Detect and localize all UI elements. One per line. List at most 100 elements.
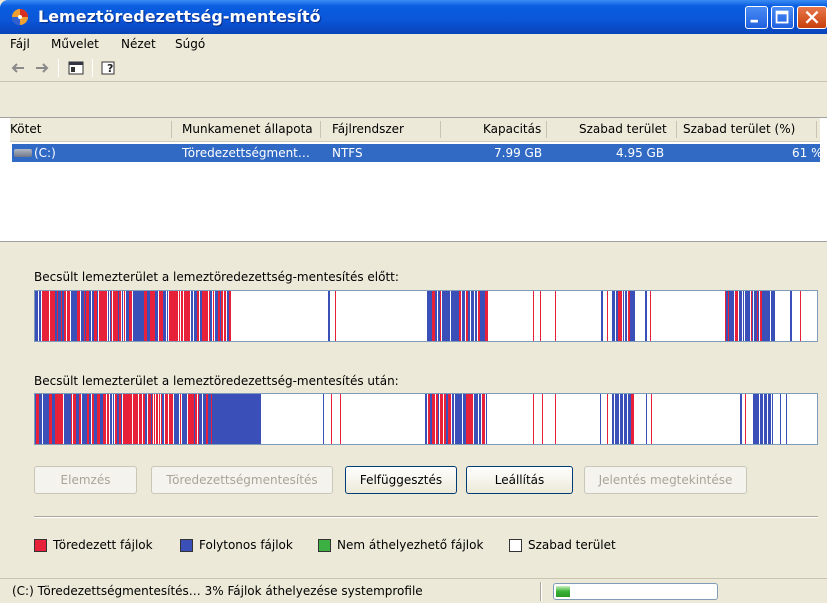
disk-map-stripe [607, 394, 608, 444]
minimize-button[interactable] [745, 6, 768, 29]
disk-map-stripe [47, 291, 48, 341]
disk-map-stripe [149, 291, 150, 341]
column-separator[interactable] [676, 121, 677, 138]
disk-map-stripe [221, 291, 223, 341]
maximize-button[interactable] [771, 6, 794, 29]
disk-map-stripe [206, 394, 208, 444]
stop-button[interactable]: Leállítás [466, 466, 573, 494]
disk-map-stripe [84, 291, 85, 341]
column-header-free-space-percent[interactable]: Szabad terület (%) [683, 122, 795, 136]
disk-map-stripe [172, 291, 174, 341]
disk-map-stripe [60, 394, 62, 444]
analyze-button[interactable]: Elemzés [34, 466, 137, 494]
menu-help[interactable]: Súgó [175, 37, 205, 51]
disk-map-stripe [61, 291, 62, 341]
forward-button[interactable] [32, 59, 52, 77]
disk-map-stripe [429, 394, 430, 444]
disk-map-stripe [85, 394, 87, 444]
disk-map-stripe [771, 291, 774, 341]
menu-view[interactable]: Nézet [121, 37, 156, 51]
disk-map-stripe [619, 291, 622, 341]
disk-map-stripe [478, 291, 479, 341]
disk-map-stripe [167, 291, 168, 341]
show-hide-console-button[interactable] [66, 59, 86, 77]
disk-map-stripe [92, 394, 93, 444]
disk-map-stripe [175, 291, 178, 341]
disk-map-stripe [39, 394, 41, 444]
disk-map-stripe [110, 394, 111, 444]
disk-map-stripe [156, 394, 158, 444]
disk-map-stripe [651, 394, 652, 444]
disk-map-stripe [453, 291, 456, 341]
disk-map-stripe [432, 291, 433, 341]
disk-map-stripe [79, 291, 80, 341]
disk-map-stripe [100, 394, 103, 444]
disk-map-stripe [47, 394, 49, 444]
disk-map-stripe [83, 394, 85, 444]
disk-map-stripe [133, 291, 136, 341]
disk-map-stripe [331, 394, 332, 444]
disk-map-stripe [442, 291, 445, 341]
disk-map-stripe [633, 291, 634, 341]
disk-map-stripe [154, 394, 155, 444]
column-separator[interactable] [440, 121, 441, 138]
disk-map-stripe [136, 394, 138, 444]
disk-map-stripe [133, 394, 136, 444]
toolbar-separator [92, 59, 93, 77]
status-bar: (C:) Töredezettségmentesítés… 3% Fájlok … [0, 578, 827, 603]
disk-map-stripe [64, 394, 65, 444]
disk-map-stripe [195, 394, 197, 444]
back-button[interactable] [8, 59, 28, 77]
column-separator[interactable] [320, 121, 321, 138]
disk-map-stripe [188, 394, 191, 444]
pause-button[interactable]: Felfüggesztés [345, 466, 457, 494]
disk-map-stripe [41, 394, 42, 444]
column-separator[interactable] [546, 121, 547, 138]
disk-map-stripe [227, 291, 229, 341]
close-button[interactable] [797, 6, 827, 29]
menu-action[interactable]: Művelet [51, 37, 99, 51]
menu-file[interactable]: Fájl [10, 37, 30, 51]
disk-map-stripe [159, 291, 160, 341]
disk-map-stripe [746, 291, 748, 341]
help-button[interactable]: ? [100, 59, 120, 77]
cell-session-status: Töredezettségment… [182, 146, 310, 160]
column-separator[interactable] [171, 121, 172, 138]
view-report-button[interactable]: Jelentés megtekintése [584, 466, 747, 494]
disk-map-stripe [169, 291, 172, 341]
column-header-filesystem[interactable]: Fájlrendszer [332, 122, 404, 136]
disk-map-stripe [483, 291, 485, 341]
disk-map-stripe [215, 291, 218, 341]
disk-map-stripe [65, 394, 68, 444]
disk-map-stripe [725, 291, 726, 341]
defragment-button[interactable]: Töredezettségmentesítés [151, 466, 333, 494]
status-text: (C:) Töredezettségmentesítés… 3% Fájlok … [12, 584, 423, 598]
disk-map-stripe [729, 291, 732, 341]
disk-map-stripe [767, 291, 770, 341]
table-row[interactable]: (C:) Töredezettségment… NTFS 7.99 GB 4.9… [12, 144, 823, 162]
disk-map-stripe [103, 394, 106, 444]
disk-map-stripe [123, 394, 126, 444]
disk-map-stripe [126, 291, 129, 341]
disk-map-stripe [448, 394, 451, 444]
disk-map-stripe [631, 394, 634, 444]
after-disk-map [34, 393, 818, 445]
close-icon [805, 10, 819, 24]
disk-map-stripe [335, 291, 336, 341]
fragmented-swatch [34, 538, 47, 552]
column-separator[interactable] [816, 121, 817, 138]
disk-map-stripe [189, 291, 190, 341]
column-header-volume[interactable]: Kötet [10, 122, 41, 136]
disk-map-stripe [607, 291, 608, 341]
console-tree-icon [68, 61, 84, 75]
disk-map-stripe [735, 291, 738, 341]
disk-map-stripe [79, 394, 81, 444]
column-header-session-status[interactable]: Munkamenet állapota [182, 122, 313, 136]
column-header-free-space[interactable]: Szabad terület [579, 122, 667, 136]
disk-map-stripe [147, 291, 149, 341]
disk-map-stripe [612, 394, 614, 444]
disk-map-stripe [340, 394, 341, 444]
disk-map-stripe [760, 291, 762, 341]
column-header-capacity[interactable]: Kapacitás [483, 122, 541, 136]
disk-map-stripe [728, 291, 729, 341]
